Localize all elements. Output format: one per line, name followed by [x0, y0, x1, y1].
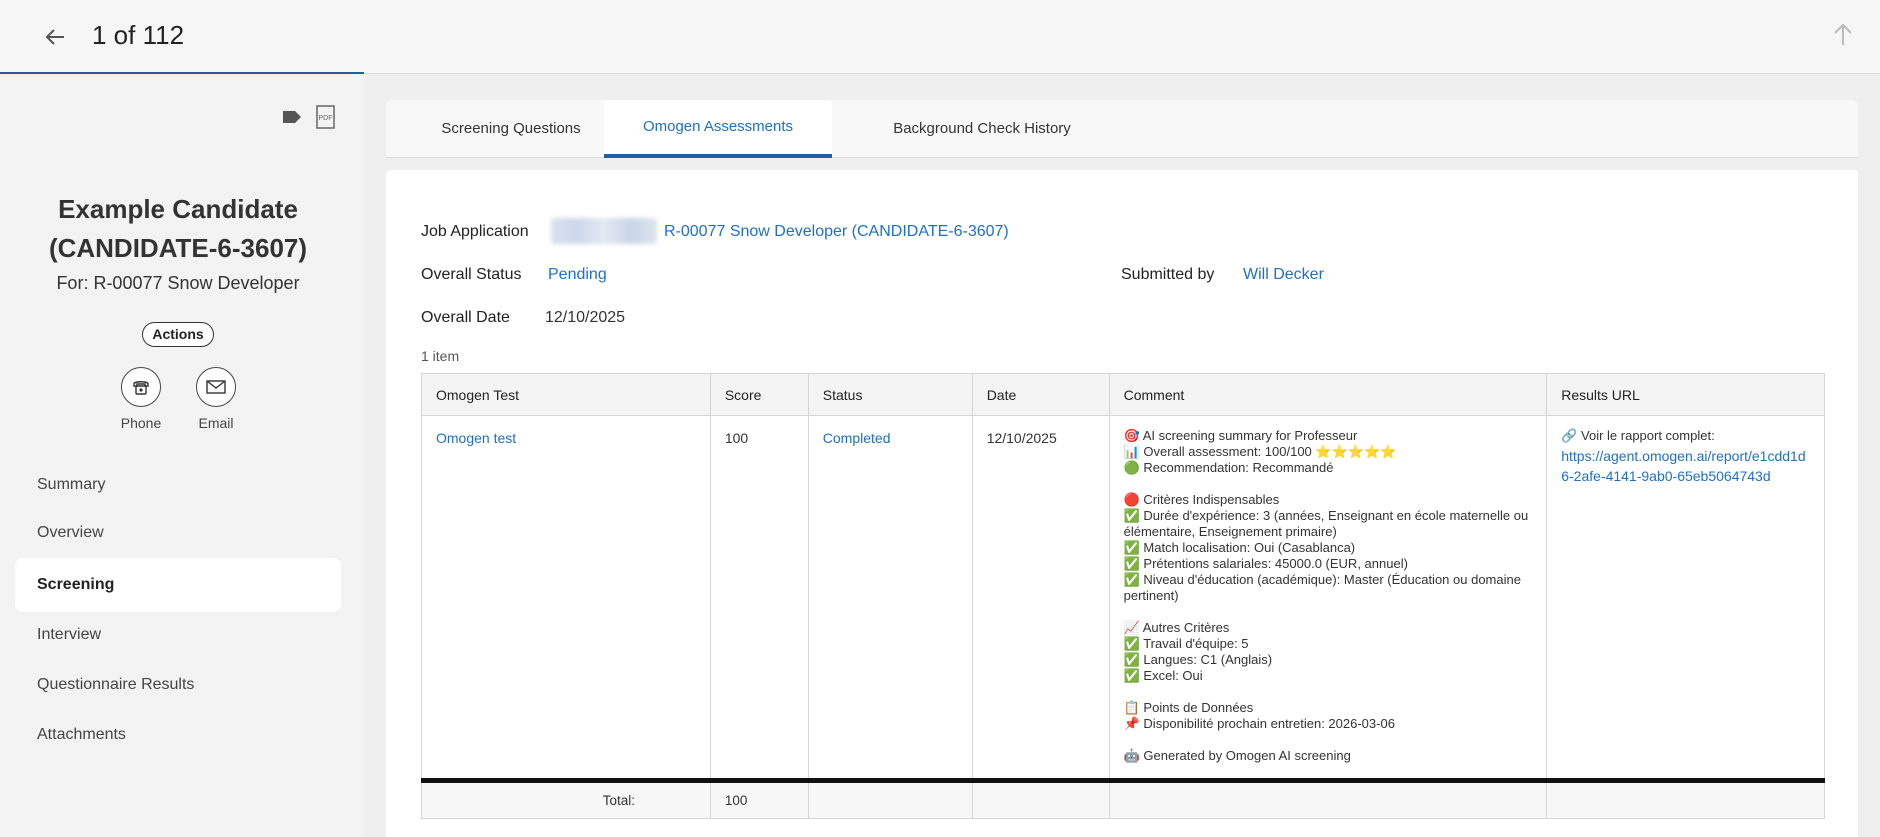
overall-date-label: Overall Date — [421, 309, 510, 326]
column-header-date[interactable]: Date — [971, 373, 1110, 416]
phone-icon[interactable] — [121, 367, 161, 407]
total-empty-cell — [1546, 778, 1825, 819]
comment-line: 📌 Disponibilité prochain entretien: 2026… — [1123, 716, 1395, 731]
item-count: 1 item — [421, 348, 460, 364]
comment-line: ✅ Excel: Oui — [1123, 668, 1203, 683]
job-application-link[interactable]: R-00077 Snow Developer (CANDIDATE-6-3607… — [664, 223, 1009, 241]
cell-comment: 🎯 AI screening summary for Professeur 📊 O… — [1108, 415, 1548, 781]
column-header-status[interactable]: Status — [807, 373, 973, 416]
submitted-by-label: Submitted by — [1121, 266, 1215, 283]
job-application-label: Job Application — [421, 223, 529, 240]
total-value-cell: 100 — [709, 778, 809, 819]
comment-spacer — [1124, 732, 1533, 748]
comment-spacer — [1124, 604, 1533, 620]
sidebar-item-interview[interactable]: Interview — [15, 610, 341, 660]
sidebar-nav: Summary Overview Screening Interview Que… — [15, 460, 341, 760]
sidebar-item-attachments[interactable]: Attachments — [15, 710, 341, 760]
assessment-panel: Job Application R-00077 Snow Developer (… — [386, 170, 1858, 837]
total-empty-cell — [971, 778, 1110, 819]
scroll-up-arrow-icon[interactable] — [1826, 18, 1860, 52]
email-contact[interactable]: Email — [176, 367, 256, 431]
comment-line: 🟢 Recommendation: Recommandé — [1123, 460, 1334, 475]
column-header-omogen-test[interactable]: Omogen Test — [421, 373, 711, 416]
score-value: 100 — [724, 430, 749, 446]
email-icon[interactable] — [196, 367, 236, 407]
comment-line: ✅ Niveau d'éducation (académique): Maste… — [1123, 572, 1521, 603]
comment-line: 🎯 AI screening summary for Professeur — [1123, 428, 1358, 443]
comment-line: 📈 Autres Critères — [1123, 620, 1230, 635]
overall-status-label: Overall Status — [421, 266, 522, 283]
record-counter: 1 of 112 — [92, 20, 185, 50]
top-bar: 1 of 112 — [0, 0, 1880, 74]
tab-screening-questions[interactable]: Screening Questions — [416, 100, 606, 158]
comment-line: ✅ Prétentions salariales: 45000.0 (EUR, … — [1123, 556, 1408, 571]
total-label-cell: Total: — [421, 778, 711, 819]
sidebar: PDF Example Candidate (CANDIDATE-6-3607)… — [0, 75, 364, 837]
tab-background-check-history[interactable]: Background Check History — [852, 100, 1112, 158]
cell-status: Completed — [807, 415, 973, 781]
total-label: Total: — [602, 793, 636, 808]
svg-text:PDF: PDF — [319, 115, 333, 122]
header-active-underline — [0, 72, 364, 74]
sidebar-item-summary[interactable]: Summary — [15, 460, 341, 510]
email-label: Email — [198, 415, 234, 431]
comment-line: 📊 Overall assessment: 100/100 ⭐⭐⭐⭐⭐ — [1123, 444, 1397, 459]
assessment-table: Omogen Test Score Status Date Comment Re… — [421, 373, 1825, 819]
total-row: Total: 100 — [421, 778, 1825, 819]
phone-contact[interactable]: Phone — [101, 367, 181, 431]
comment-line: ✅ Match localisation: Oui (Casablanca) — [1123, 540, 1356, 555]
candidate-position: For: R-00077 Snow Developer — [56, 273, 300, 293]
column-header-comment[interactable]: Comment — [1108, 373, 1548, 416]
comment-line: ✅ Travail d'équipe: 5 — [1123, 636, 1249, 651]
date-value: 12/10/2025 — [986, 430, 1057, 446]
results-url-prefix: 🔗 Voir le rapport complet: — [1561, 428, 1715, 443]
column-header-score[interactable]: Score — [709, 373, 809, 416]
results-url-link[interactable]: https://agent.omogen.ai/report/e1cdd1d6-… — [1561, 446, 1810, 486]
table-header-row: Omogen Test Score Status Date Comment Re… — [421, 373, 1825, 416]
tab-bar: Screening Questions Omogen Assessments B… — [386, 100, 1858, 158]
back-arrow-icon[interactable] — [38, 20, 72, 54]
table-row: Omogen test 100 Completed 12/10/2025 🎯 A… — [421, 415, 1825, 781]
comment-line: ✅ Durée d'expérience: 3 (années, Enseign… — [1123, 508, 1529, 539]
cell-score: 100 — [709, 415, 809, 781]
cell-results-url: 🔗 Voir le rapport complet: https://agent… — [1546, 415, 1825, 781]
comment-spacer — [1124, 476, 1533, 492]
overall-status-value[interactable]: Pending — [548, 266, 607, 284]
status-link[interactable]: Completed — [823, 430, 891, 446]
sidebar-item-screening[interactable]: Screening — [15, 558, 341, 612]
comment-line: 📋 Points de Données — [1123, 700, 1254, 715]
comment-spacer — [1124, 684, 1533, 700]
total-empty-cell — [1108, 778, 1548, 819]
tag-icon[interactable] — [280, 105, 304, 129]
redacted-block — [551, 218, 657, 244]
cell-date: 12/10/2025 — [971, 415, 1110, 781]
tab-omogen-assessments[interactable]: Omogen Assessments — [604, 100, 832, 158]
comment-text: 🎯 AI screening summary for Professeur 📊 O… — [1124, 428, 1533, 764]
sidebar-item-overview[interactable]: Overview — [15, 508, 341, 558]
comment-line: ✅ Langues: C1 (Anglais) — [1123, 652, 1273, 667]
actions-button[interactable]: Actions — [142, 322, 214, 347]
column-header-results-url[interactable]: Results URL — [1546, 373, 1825, 416]
omogen-test-link[interactable]: Omogen test — [436, 430, 516, 446]
candidate-name: Example Candidate (CANDIDATE-6-3607) — [48, 194, 308, 263]
sidebar-item-questionnaire-results[interactable]: Questionnaire Results — [15, 660, 341, 710]
cell-test: Omogen test — [421, 415, 711, 781]
total-empty-cell — [807, 778, 973, 819]
total-value: 100 — [724, 793, 748, 808]
pdf-icon[interactable]: PDF — [314, 105, 338, 129]
comment-line: 🤖 Generated by Omogen AI screening — [1123, 748, 1351, 763]
phone-label: Phone — [120, 415, 162, 431]
comment-line: 🔴 Critères Indispensables — [1123, 492, 1280, 507]
submitted-by-value[interactable]: Will Decker — [1243, 266, 1324, 284]
overall-date-value: 12/10/2025 — [545, 309, 626, 326]
